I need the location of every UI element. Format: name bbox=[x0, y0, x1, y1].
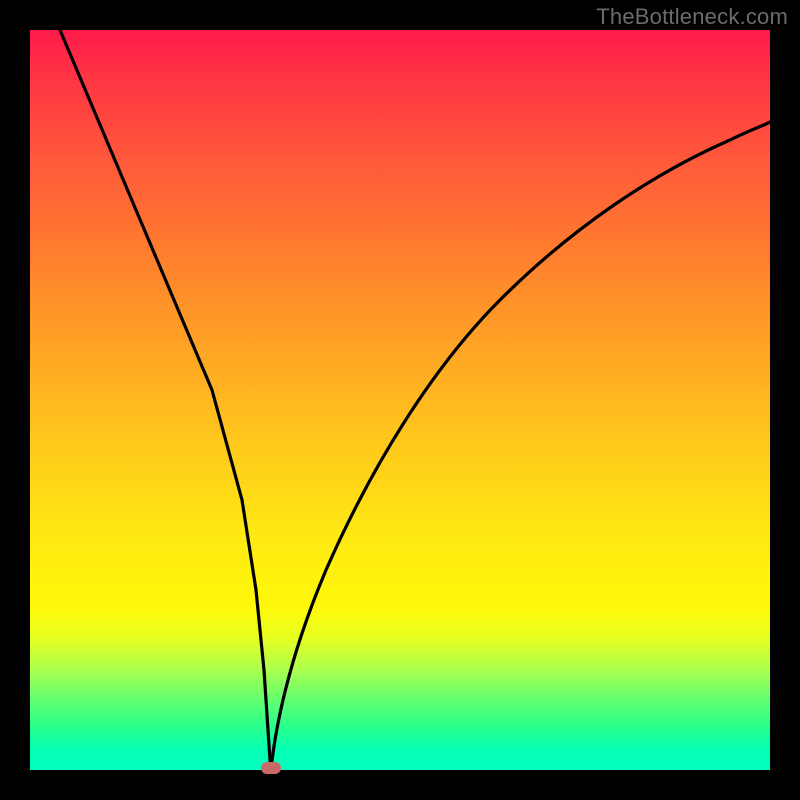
curve-left-branch bbox=[60, 30, 271, 770]
minimum-marker bbox=[261, 762, 281, 774]
bottleneck-curve bbox=[30, 30, 770, 770]
watermark-text: TheBottleneck.com bbox=[596, 4, 788, 30]
chart-plot-area bbox=[30, 30, 770, 770]
curve-right-branch bbox=[271, 122, 770, 770]
